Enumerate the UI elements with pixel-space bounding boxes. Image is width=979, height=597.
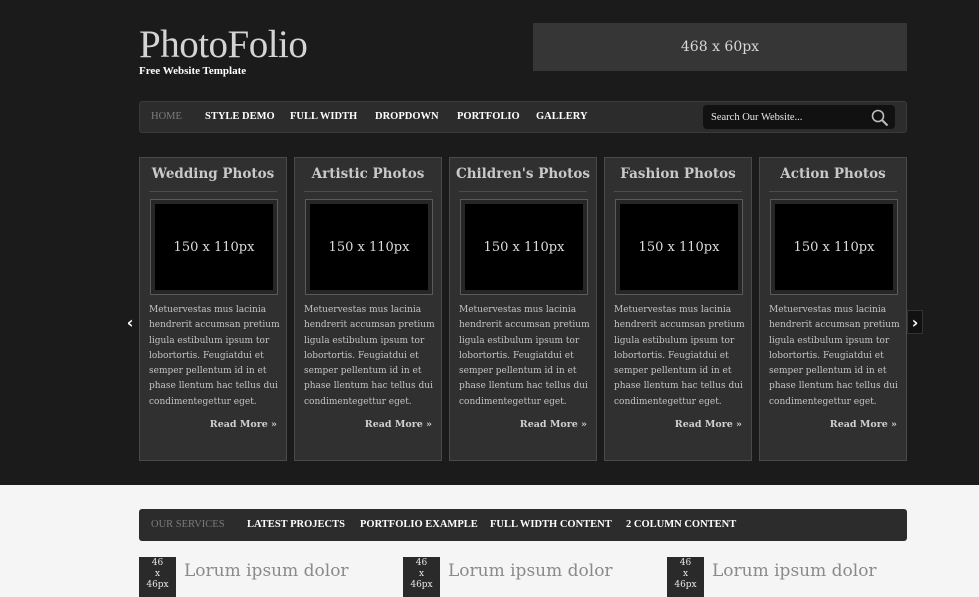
content-tabs: OUR SERVICES LATEST PROJECTS PORTFOLIO E… (139, 509, 907, 541)
read-more-link[interactable]: Read More » (210, 419, 277, 430)
carousel-next-arrow[interactable]: › (907, 310, 923, 334)
carousel-card-artistic: Artistic Photos 150 x 110px Metuervestas… (294, 157, 442, 461)
card-thumbnail[interactable]: 150 x 110px (770, 199, 898, 295)
thumbnail-label: 150 x 110px (465, 204, 583, 290)
nav-item-dropdown[interactable]: DROPDOWN (375, 111, 439, 122)
thumbnail-label: 150 x 110px (775, 204, 893, 290)
service-thumbnail: 46 x 46px (403, 557, 440, 597)
nav-item-portfolio[interactable]: PORTFOLIO (457, 111, 520, 122)
card-description: Metuervestas mus lacinia hendrerit accum… (149, 305, 280, 407)
card-title[interactable]: Wedding Photos (140, 166, 286, 182)
nav-item-full-width[interactable]: FULL WIDTH (290, 111, 357, 122)
read-more-link[interactable]: Read More » (520, 419, 587, 430)
read-more-link[interactable]: Read More » (830, 419, 897, 430)
service-title[interactable]: Lorum ipsum dolor (712, 561, 877, 581)
card-description: Metuervestas mus lacinia hendrerit accum… (459, 305, 590, 407)
search-box (703, 105, 895, 129)
carousel-card-wedding: Wedding Photos 150 x 110px Metuervestas … (139, 157, 287, 461)
card-thumbnail[interactable]: 150 x 110px (150, 199, 278, 295)
carousel-card-fashion: Fashion Photos 150 x 110px Metuervestas … (604, 157, 752, 461)
nav-item-style-demo[interactable]: STYLE DEMO (205, 111, 275, 122)
card-thumbnail[interactable]: 150 x 110px (460, 199, 588, 295)
banner-ad-placeholder: 468 x 60px (533, 23, 907, 71)
card-thumbnail[interactable]: 150 x 110px (305, 199, 433, 295)
read-more-link[interactable]: Read More » (675, 419, 742, 430)
site-tagline: Free Website Template (139, 65, 247, 77)
card-thumbnail[interactable]: 150 x 110px (615, 199, 743, 295)
card-title[interactable]: Fashion Photos (605, 166, 751, 182)
search-icon[interactable] (870, 108, 890, 128)
carousel-card-action: Action Photos 150 x 110px Metuervestas m… (759, 157, 907, 461)
search-input[interactable] (711, 109, 861, 125)
nav-item-gallery[interactable]: GALLERY (536, 111, 588, 122)
tab-2-column-content[interactable]: 2 COLUMN CONTENT (626, 519, 736, 530)
tab-latest-projects[interactable]: LATEST PROJECTS (247, 519, 345, 530)
thumbnail-label: 150 x 110px (620, 204, 738, 290)
site-logo[interactable]: PhotoFolio (139, 24, 308, 66)
card-divider (304, 191, 432, 192)
service-title[interactable]: Lorum ipsum dolor (448, 561, 613, 581)
card-title[interactable]: Children's Photos (450, 166, 596, 182)
card-divider (149, 191, 277, 192)
card-description: Metuervestas mus lacinia hendrerit accum… (614, 305, 745, 407)
service-title[interactable]: Lorum ipsum dolor (184, 561, 349, 581)
carousel-card-children: Children's Photos 150 x 110px Metuervest… (449, 157, 597, 461)
card-title[interactable]: Artistic Photos (295, 166, 441, 182)
service-thumbnail: 46 x 46px (139, 557, 176, 597)
card-divider (614, 191, 742, 192)
card-divider (769, 191, 897, 192)
thumbnail-label: 150 x 110px (155, 204, 273, 290)
card-description: Metuervestas mus lacinia hendrerit accum… (304, 305, 435, 407)
card-title[interactable]: Action Photos (760, 166, 906, 182)
card-divider (459, 191, 587, 192)
tab-portfolio-example[interactable]: PORTFOLIO EXAMPLE (360, 519, 478, 530)
nav-item-home[interactable]: HOME (151, 111, 182, 122)
tab-our-services[interactable]: OUR SERVICES (151, 519, 225, 530)
service-thumbnail: 46 x 46px (667, 557, 704, 597)
card-description: Metuervestas mus lacinia hendrerit accum… (769, 305, 900, 407)
carousel-prev-arrow[interactable]: ‹ (122, 310, 138, 334)
tab-full-width-content[interactable]: FULL WIDTH CONTENT (490, 519, 612, 530)
thumbnail-label: 150 x 110px (310, 204, 428, 290)
read-more-link[interactable]: Read More » (365, 419, 432, 430)
